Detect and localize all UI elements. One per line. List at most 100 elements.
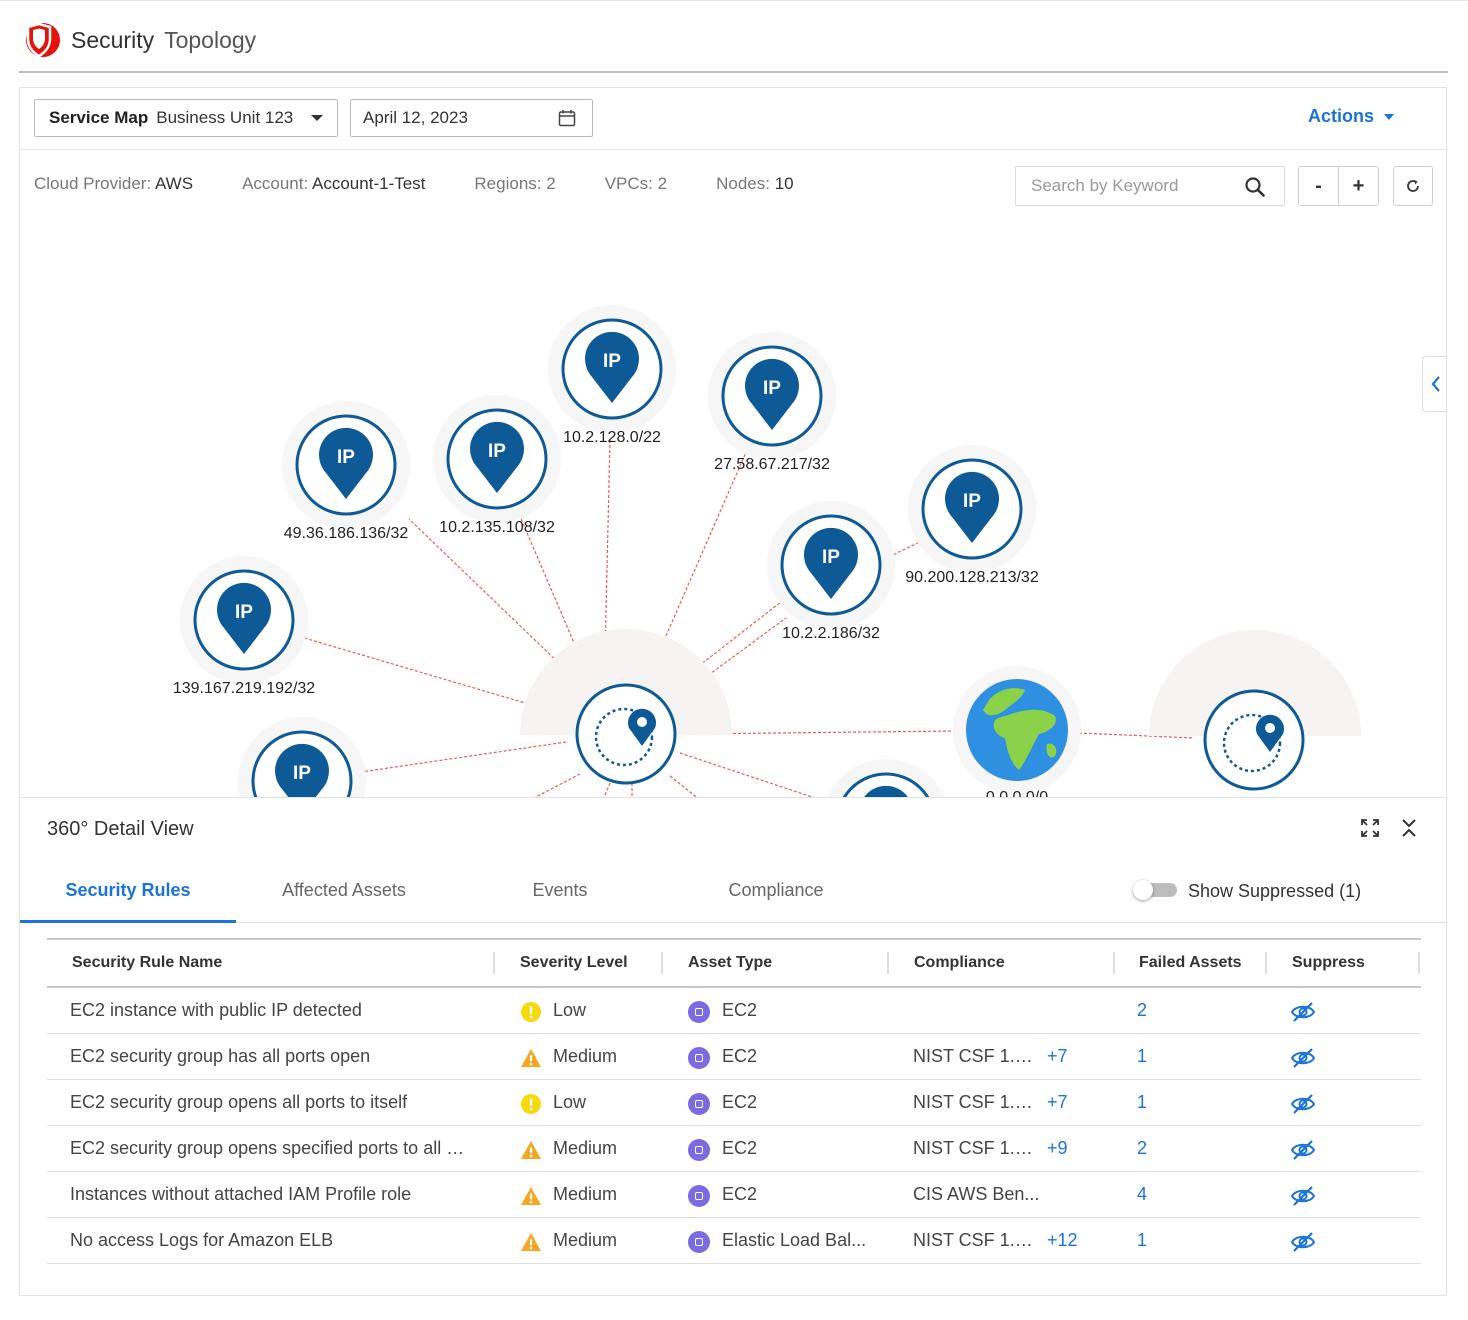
compliance-more-link[interactable]: +7 <box>1047 1046 1068 1067</box>
low-severity-icon <box>520 1093 542 1115</box>
rule-name[interactable]: EC2 security group opens all ports to it… <box>70 1092 470 1113</box>
table-row[interactable]: No access Logs for Amazon ELB Medium Elast… <box>47 1218 1421 1264</box>
failed-assets-link[interactable]: 1 <box>1137 1230 1147 1251</box>
compliance-more-link[interactable]: +12 <box>1047 1230 1078 1251</box>
column-header[interactable]: Suppress <box>1292 954 1365 972</box>
topology-panel: IP 10.2.128.0/22 IP 27.58.67.217/32 IP 4… <box>19 87 1447 1296</box>
failed-assets-link[interactable]: 1 <box>1137 1092 1147 1113</box>
rule-name[interactable]: Instances without attached IAM Profile r… <box>70 1184 470 1205</box>
account-value: Account-1-Test <box>312 174 426 193</box>
warning-icon <box>520 1047 542 1069</box>
table-row[interactable]: EC2 security group opens all ports to it… <box>47 1080 1421 1126</box>
account-label: Account: <box>242 174 309 193</box>
security-rules-table: Security Rule Name Severity Level Asset … <box>47 938 1421 1264</box>
account-info: Account: Account-1-Test <box>242 174 425 198</box>
regions-info: Regions: 2 <box>474 174 555 198</box>
tab-security-rules[interactable]: Security Rules <box>20 880 236 901</box>
search-input[interactable]: Search by Keyword <box>1015 166 1285 206</box>
collapse-icon[interactable] <box>1399 818 1419 838</box>
tab-compliance[interactable]: Compliance <box>668 880 884 901</box>
actions-menu[interactable]: Actions <box>1308 106 1394 127</box>
zoom-out-button[interactable]: - <box>1299 167 1338 205</box>
rule-name[interactable]: EC2 instance with public IP detected <box>70 1000 470 1021</box>
node-label: 10.2.2.186/32 <box>782 625 880 642</box>
date-picker[interactable]: April 12, 2023 <box>350 99 593 137</box>
column-header[interactable]: Security Rule Name <box>72 954 222 972</box>
regions-label: Regions: <box>474 174 542 193</box>
table-row[interactable]: EC2 instance with public IP detected Low E… <box>47 988 1421 1034</box>
svg-text:IP: IP <box>963 491 981 512</box>
rule-name[interactable]: No access Logs for Amazon ELB <box>70 1230 470 1251</box>
suppress-icon[interactable] <box>1290 1000 1316 1024</box>
severity-label: Medium <box>553 1184 618 1204</box>
failed-assets-link[interactable]: 2 <box>1137 1000 1147 1021</box>
date-value: April 12, 2023 <box>363 108 468 127</box>
svg-text:IP: IP <box>603 351 621 372</box>
suppress-icon[interactable] <box>1290 1230 1316 1254</box>
service-map-value: Business Unit 123 <box>156 108 294 127</box>
cloud-provider-label: Cloud Provider: <box>34 174 152 193</box>
table-header: Security Rule Name Severity Level Asset … <box>47 938 1421 988</box>
service-map-label: Service Map <box>49 108 149 127</box>
severity-label: Medium <box>553 1230 618 1250</box>
top-border <box>0 0 1468 1</box>
service-map-select[interactable]: Service Map Business Unit 123 <box>34 99 338 137</box>
table-row[interactable]: EC2 security group has all ports open Med… <box>47 1034 1421 1080</box>
compliance-value: NIST CSF 1.1, ... <box>913 1092 1041 1112</box>
asset-type: EC2 <box>722 1138 758 1158</box>
table-row[interactable]: EC2 security group opens specified ports… <box>47 1126 1421 1172</box>
tab-events[interactable]: Events <box>452 880 668 901</box>
calendar-icon[interactable] <box>558 109 576 127</box>
column-header[interactable]: Asset Type <box>688 954 772 972</box>
column-divider <box>1113 952 1115 974</box>
ip-node: IP 10.2.135.108/32 <box>433 395 561 536</box>
column-divider <box>661 952 663 974</box>
actions-label: Actions <box>1307 106 1374 126</box>
nodes-value: 10 <box>774 174 794 193</box>
failed-assets-link[interactable]: 2 <box>1137 1138 1147 1159</box>
ip-node: IP 10.2.2.186/32 <box>767 501 895 642</box>
node-label: 10.2.128.0/22 <box>563 429 661 446</box>
node-label: 10.2.135.108/32 <box>439 519 555 536</box>
toolbar: Service Map Business Unit 123 April 12, … <box>20 88 1446 150</box>
suppress-icon[interactable] <box>1290 1138 1316 1162</box>
tab-affected-assets[interactable]: Affected Assets <box>236 880 452 901</box>
asset-type-icon <box>688 1185 710 1207</box>
rule-name[interactable]: EC2 security group opens specified ports… <box>70 1138 470 1159</box>
column-header[interactable]: Compliance <box>914 954 1005 972</box>
column-header[interactable]: Failed Assets <box>1139 954 1242 972</box>
nodes-info: Nodes: 10 <box>716 174 794 198</box>
cloud-provider-value: AWS <box>154 174 194 193</box>
svg-text:IP: IP <box>235 602 253 623</box>
severity-label: Medium <box>553 1046 618 1066</box>
show-suppressed-toggle[interactable] <box>1133 880 1177 900</box>
failed-assets-link[interactable]: 1 <box>1137 1046 1147 1067</box>
warning-icon <box>520 1231 542 1253</box>
compliance-more-link[interactable]: +7 <box>1047 1092 1068 1113</box>
refresh-button[interactable] <box>1393 166 1433 206</box>
asset-type: EC2 <box>722 1092 758 1112</box>
column-divider <box>1418 952 1420 974</box>
caret-down-icon <box>1384 113 1394 120</box>
chevron-down-icon <box>311 115 323 121</box>
failed-assets-link[interactable]: 4 <box>1137 1184 1147 1205</box>
column-header[interactable]: Severity Level <box>520 954 628 972</box>
app-title: Security <box>71 26 155 53</box>
asset-type-icon <box>688 1139 710 1161</box>
node-label: 90.200.128.213/32 <box>905 569 1039 586</box>
zoom-in-button[interactable]: + <box>1338 167 1378 205</box>
suppress-icon[interactable] <box>1290 1092 1316 1116</box>
table-body: EC2 instance with public IP detected Low E… <box>47 988 1421 1264</box>
chevron-left-icon <box>1431 376 1440 392</box>
compliance-more-link[interactable]: +9 <box>1047 1138 1068 1159</box>
suppress-icon[interactable] <box>1290 1046 1316 1070</box>
table-row[interactable]: Instances without attached IAM Profile r… <box>47 1172 1421 1218</box>
rule-name[interactable]: EC2 security group has all ports open <box>70 1046 470 1067</box>
side-panel-toggle[interactable] <box>1422 356 1446 412</box>
ip-node: IP 49.36.186.136/32 <box>282 401 410 542</box>
node-label: 49.36.186.136/32 <box>284 525 409 542</box>
globe-node: 0.0.0.0/0 <box>953 666 1081 806</box>
expand-icon[interactable] <box>1360 818 1380 838</box>
suppress-icon[interactable] <box>1290 1184 1316 1208</box>
search-icon[interactable] <box>1244 176 1266 198</box>
